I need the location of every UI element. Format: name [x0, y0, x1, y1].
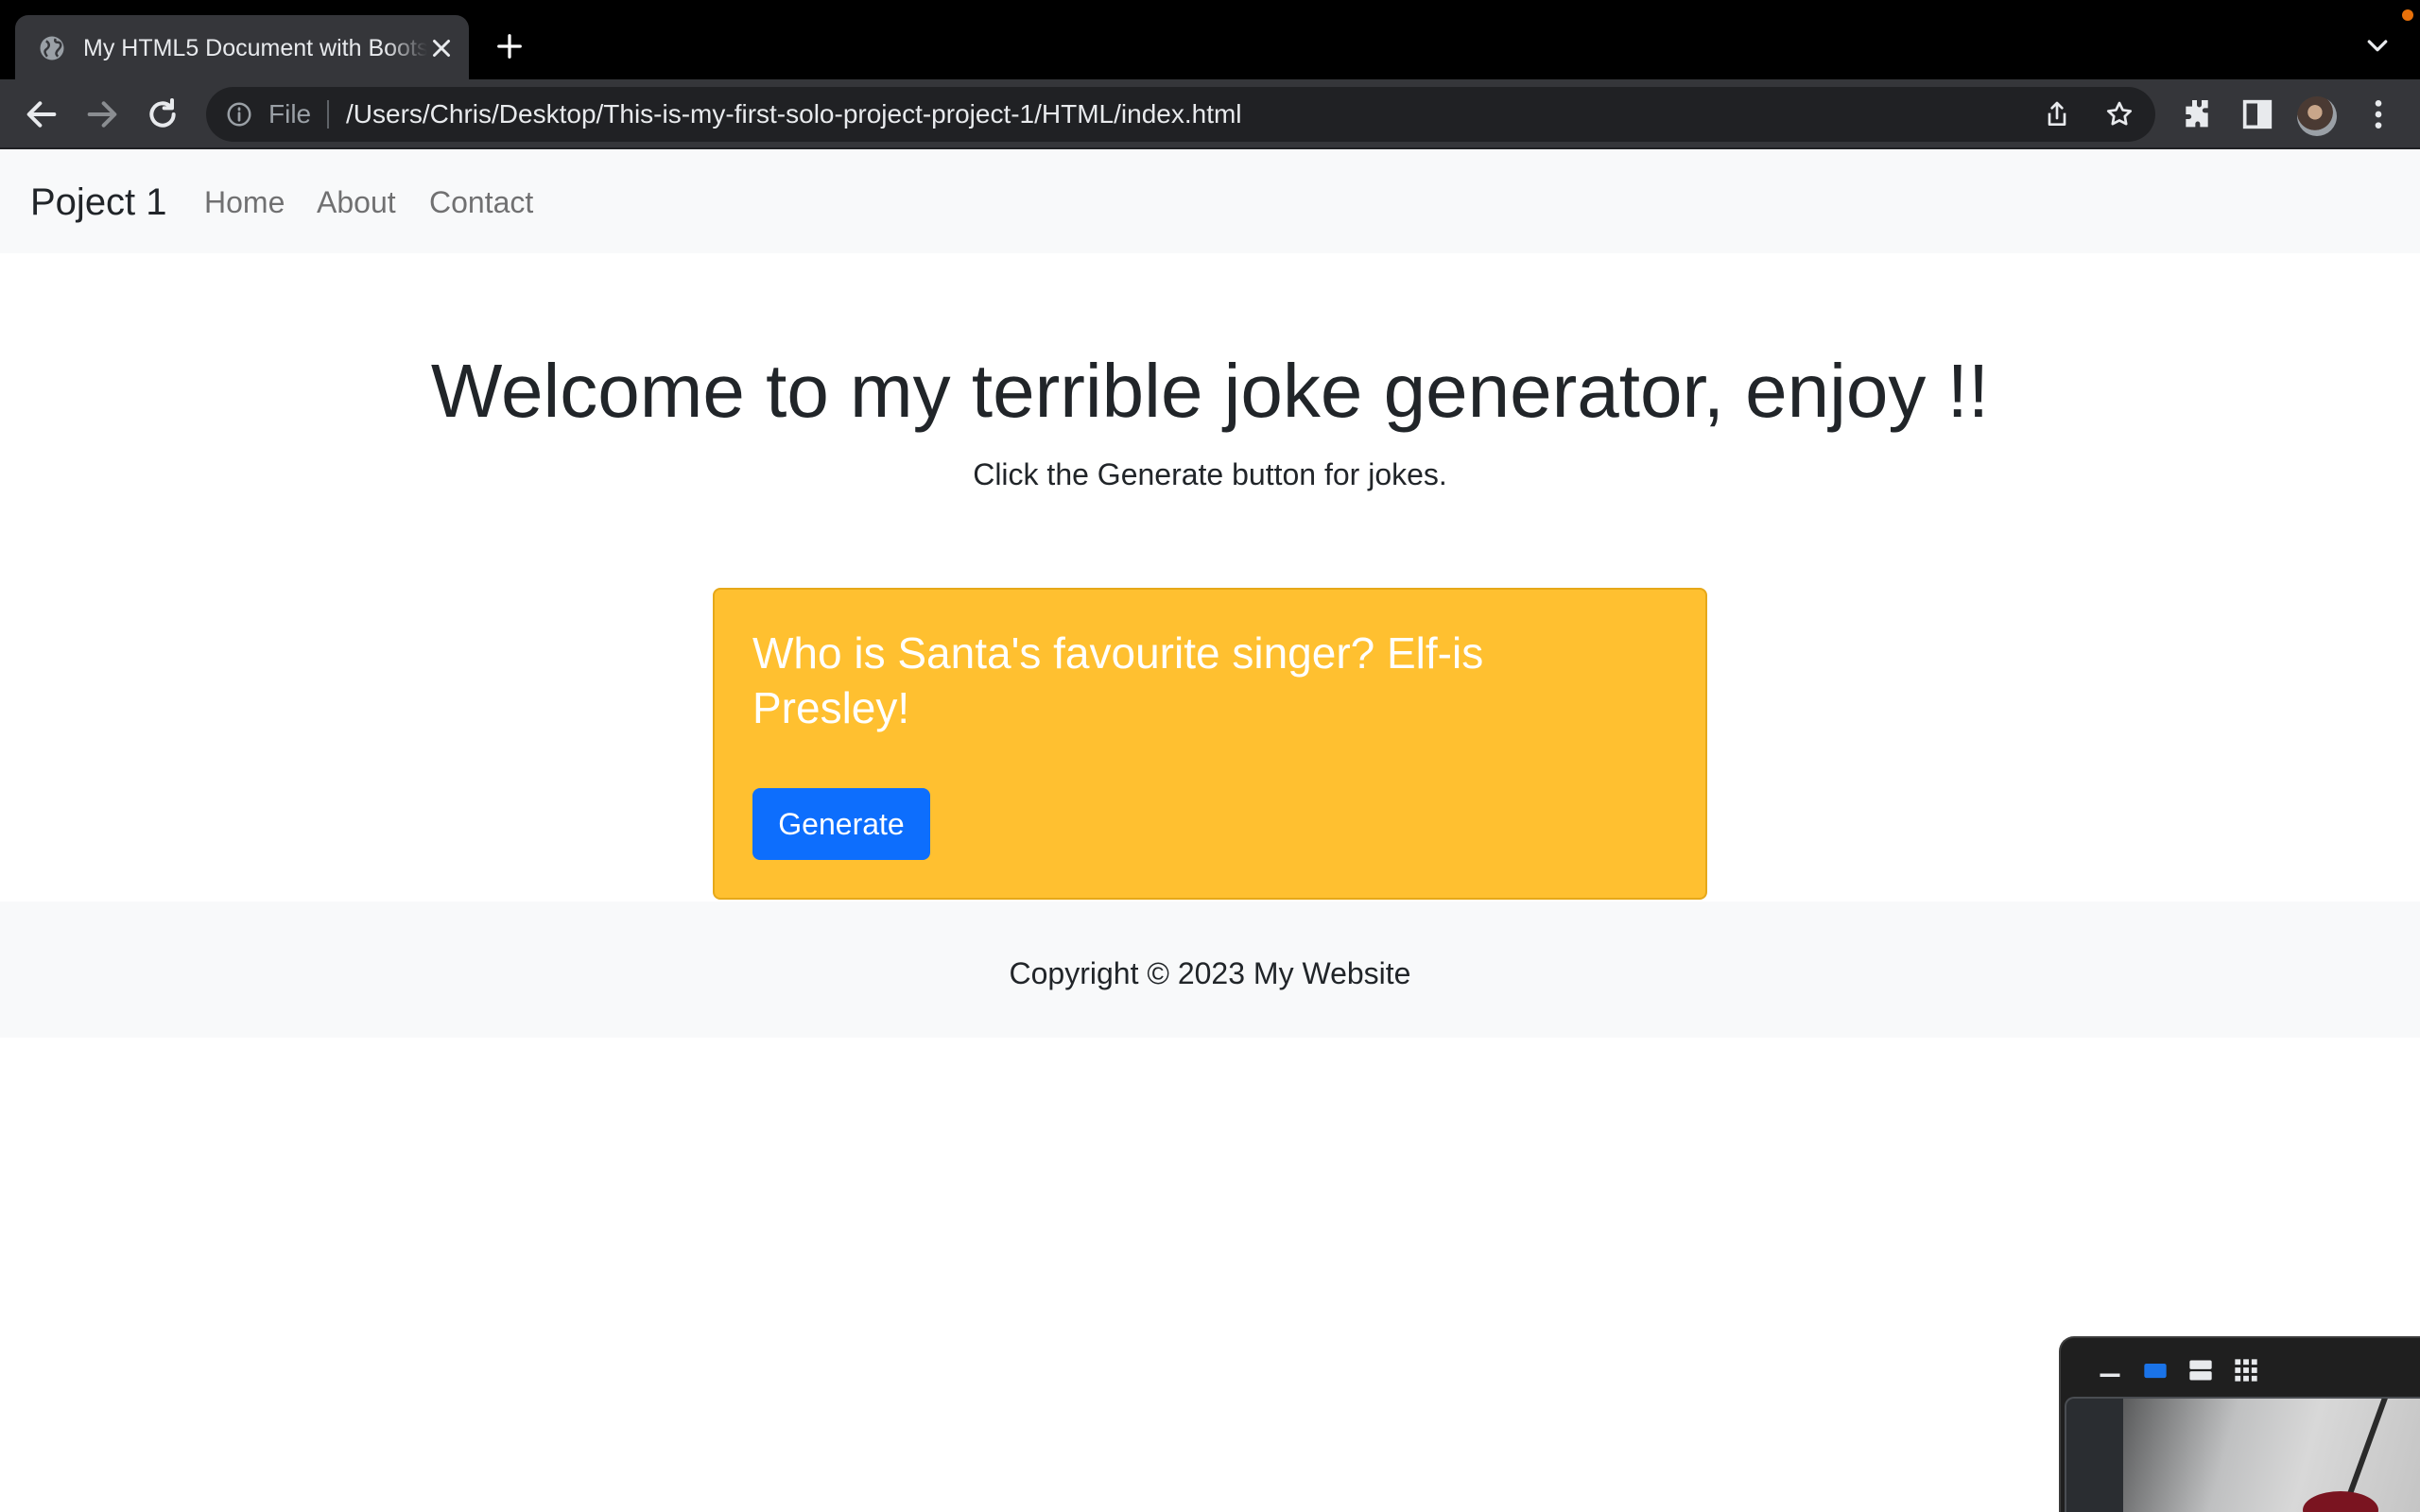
grid-view-icon[interactable] [2233, 1357, 2259, 1383]
nav-link-contact[interactable]: Contact [429, 183, 533, 221]
reload-icon[interactable] [144, 95, 182, 133]
nav-link-about[interactable]: About [317, 183, 396, 221]
browser-tab[interactable]: My HTML5 Document with Bootstrap [15, 15, 469, 79]
camera-video-feed [2065, 1397, 2420, 1512]
forward-arrow-icon[interactable] [83, 95, 121, 133]
joke-text: Who is Santa's favourite singer? Elf-is … [752, 628, 1484, 732]
video-call-mini-window[interactable] [2059, 1336, 2420, 1512]
site-footer: Copyright © 2023 My Website [0, 902, 2420, 1038]
navbar-brand[interactable]: Poject 1 [30, 180, 167, 225]
recording-indicator [2402, 9, 2413, 21]
menu-dots-icon[interactable] [2360, 95, 2397, 133]
address-bar[interactable]: File /Users/Chris/Desktop/This-is-my-fir… [206, 87, 2155, 142]
split-view-icon[interactable] [2187, 1357, 2214, 1383]
profile-avatar[interactable] [2297, 96, 2337, 136]
address-divider [327, 100, 329, 129]
tab-title: My HTML5 Document with Bootstrap [83, 35, 427, 61]
copyright-text: Copyright © 2023 My Website [1009, 956, 1411, 990]
tab-search-chevron-icon[interactable] [2363, 34, 2392, 59]
scheme-label: File [268, 99, 312, 129]
share-icon[interactable] [2042, 99, 2072, 129]
joke-card: Who is Santa's favourite singer? Elf-is … [713, 588, 1707, 900]
back-arrow-icon[interactable] [23, 95, 60, 133]
extensions-icon[interactable] [2178, 95, 2216, 133]
star-icon[interactable] [2104, 99, 2135, 129]
close-tab-icon[interactable] [427, 34, 456, 62]
page-title: Welcome to my terrible joke generator, e… [430, 349, 1990, 433]
side-panel-icon[interactable] [2238, 95, 2276, 133]
page-subtitle: Click the Generate button for jokes. [973, 457, 1447, 491]
browser-toolbar: File /Users/Chris/Desktop/This-is-my-fir… [0, 79, 2420, 149]
tab-strip: My HTML5 Document with Bootstrap [0, 0, 2420, 79]
generate-button[interactable]: Generate [752, 788, 930, 860]
url-text[interactable]: /Users/Chris/Desktop/This-is-my-first-so… [346, 99, 1242, 129]
info-icon[interactable] [225, 100, 253, 129]
new-tab-icon[interactable] [495, 32, 524, 60]
site-navbar: Poject 1 Home About Contact [0, 149, 2420, 253]
globe-icon [40, 36, 64, 60]
nav-link-home[interactable]: Home [204, 183, 285, 221]
minimize-icon[interactable] [2097, 1357, 2123, 1383]
single-view-icon[interactable] [2142, 1357, 2169, 1383]
